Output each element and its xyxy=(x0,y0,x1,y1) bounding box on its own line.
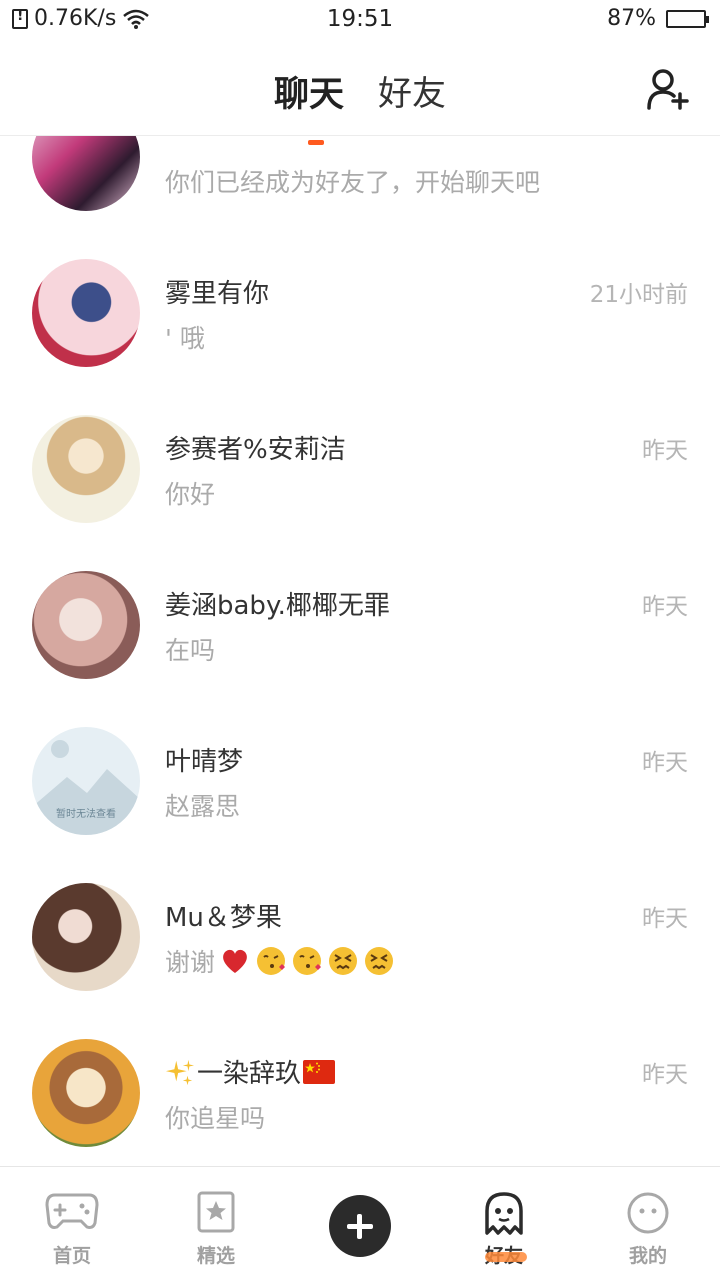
avatar[interactable]: 暂时无法查看 xyxy=(32,727,140,835)
confounded-face-icon xyxy=(365,947,394,975)
placeholder-text: 暂时无法查看 xyxy=(56,809,116,820)
gamepad-icon xyxy=(45,1193,99,1229)
chat-preview-text: 赵露思 xyxy=(165,792,241,821)
chat-time: 昨天 xyxy=(642,594,688,620)
confounded-face-icon xyxy=(329,947,358,975)
chat-name: 参赛者%安莉洁 xyxy=(165,435,346,465)
avatar-art xyxy=(32,571,140,679)
chat-time: 昨天 xyxy=(642,1062,688,1088)
chat-preview-text: 你追星吗 xyxy=(165,1104,266,1133)
avatar[interactable] xyxy=(32,883,140,991)
chat-preview: ' 哦 xyxy=(165,319,205,355)
chat-item[interactable]: 参赛者%安莉洁 昨天 你好 xyxy=(0,369,720,525)
tabbar-item-home[interactable]: 首页 xyxy=(0,1167,144,1280)
tabbar-item-featured[interactable]: 精选 xyxy=(144,1167,288,1280)
active-tab-indicator xyxy=(485,1252,527,1262)
chat-item[interactable]: 雾里有你 21小时前 ' 哦 xyxy=(0,213,720,369)
tab-friends[interactable]: 好友 xyxy=(378,66,446,117)
tabbar-label: 我的 xyxy=(628,1245,667,1267)
chat-name: 雾里有你 xyxy=(165,279,270,309)
avatar-art xyxy=(32,883,140,991)
chat-preview: 谢谢 xyxy=(165,943,399,979)
chat-item[interactable]: 姜涵baby.椰椰无罪 昨天 在吗 xyxy=(0,525,720,681)
chat-preview: 赵露思 xyxy=(165,787,240,823)
chat-name: Mu＆梦果 xyxy=(165,903,282,933)
chat-name: 叶晴梦 xyxy=(165,747,244,777)
status-right: 87% xyxy=(607,6,709,31)
header-tabs: 聊天 好友 xyxy=(0,66,720,145)
chat-item[interactable]: Mu＆梦果 昨天 谢谢 xyxy=(0,837,720,993)
chat-time: 昨天 xyxy=(642,906,688,932)
chat-time: 昨天 xyxy=(642,438,688,464)
tabbar-item-publish[interactable] xyxy=(288,1167,432,1280)
avatar-art xyxy=(32,259,140,367)
chat-preview: 你追星吗 xyxy=(165,1099,265,1135)
chat-item[interactable]: 暂时无法查看 叶晴梦 昨天 赵露思 xyxy=(0,681,720,837)
face-icon xyxy=(627,1192,669,1234)
kiss-icon xyxy=(257,947,286,975)
chat-item[interactable]: 一染辞玖 昨天 你追星吗 xyxy=(0,993,720,1149)
china-flag-icon xyxy=(303,1059,336,1084)
chat-preview: 在吗 xyxy=(165,631,215,667)
tabbar-label: 首页 xyxy=(52,1245,91,1267)
avatar[interactable] xyxy=(32,259,140,367)
chat-time: 昨天 xyxy=(642,750,688,776)
plus-icon[interactable] xyxy=(329,1195,391,1257)
top-header: 聊天 好友 xyxy=(0,38,720,145)
ghost-icon xyxy=(485,1192,523,1235)
sparkles-icon xyxy=(165,1059,195,1085)
avatar[interactable] xyxy=(32,1039,140,1147)
chat-preview-text: ' 哦 xyxy=(165,324,205,353)
chat-preview-text: 你们已经成为好友了，开始聊天吧 xyxy=(165,168,541,197)
chat-name: 一染辞玖 xyxy=(165,1053,339,1090)
chat-name-text: 一染辞玖 xyxy=(197,1059,302,1089)
kiss-icon xyxy=(293,947,322,975)
chat-list: 你们已经成为好友了，开始聊天吧 雾里有你 21小时前 ' 哦 参赛者%安莉洁 昨… xyxy=(0,136,720,1166)
chat-preview: 你们已经成为好友了，开始聊天吧 xyxy=(165,163,540,199)
avatar[interactable] xyxy=(32,415,140,523)
chat-list-inner: 你们已经成为好友了，开始聊天吧 雾里有你 21小时前 ' 哦 参赛者%安莉洁 昨… xyxy=(0,136,720,1149)
avatar-art xyxy=(32,1039,140,1147)
red-heart-icon xyxy=(223,949,247,973)
avatar[interactable] xyxy=(32,136,140,211)
avatar-art xyxy=(32,136,140,211)
chat-preview-text: 在吗 xyxy=(165,636,216,665)
tabbar-item-friends[interactable]: 好友 xyxy=(432,1167,576,1280)
tabbar-item-me[interactable]: 我的 xyxy=(576,1167,720,1280)
chat-preview-text: 你好 xyxy=(165,480,216,509)
avatar[interactable] xyxy=(32,571,140,679)
chat-item[interactable]: 你们已经成为好友了，开始聊天吧 xyxy=(0,136,720,213)
battery-percent: 87% xyxy=(607,6,656,31)
avatar-art xyxy=(32,415,140,523)
chat-time: 21小时前 xyxy=(589,282,688,308)
tab-chat[interactable]: 聊天 xyxy=(274,66,344,145)
status-bar: 0.76K/s 19:51 87% xyxy=(0,0,720,38)
chat-name: 姜涵baby.椰椰无罪 xyxy=(165,591,390,621)
battery-icon xyxy=(666,9,709,28)
star-bookmark-icon xyxy=(197,1191,235,1233)
tabbar-label: 精选 xyxy=(196,1245,235,1267)
add-user-icon[interactable] xyxy=(646,68,690,110)
bottom-tabbar: 首页 精选 好友 我的 xyxy=(0,1166,720,1280)
chat-preview: 你好 xyxy=(165,475,215,511)
chat-preview-text: 谢谢 xyxy=(165,948,216,977)
